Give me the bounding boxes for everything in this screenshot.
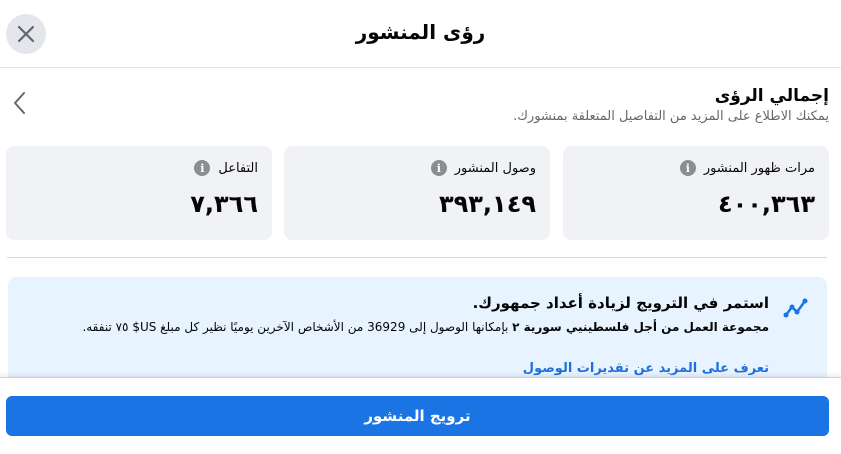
reach-estimates-link[interactable]: تعرف على المزيد عن تقديرات الوصول (523, 361, 769, 376)
page-name: مجموعة العمل من أجل فلسطينيي سورية ٢ (512, 320, 769, 334)
dialog-footer: ترويج المنشور (0, 377, 841, 454)
trend-chart-icon (783, 298, 808, 318)
metric-value: ٣٩٣,١٤٩ (438, 190, 536, 218)
metric-value: ٧,٣٦٦ (190, 190, 258, 218)
metric-label: التفاعل (218, 160, 258, 176)
promo-body: مجموعة العمل من أجل فلسطينيي سورية ٢ بإم… (49, 319, 769, 335)
metric-label: وصول المنشور (454, 160, 536, 176)
divider (7, 257, 827, 258)
metric-value: ٤٠٠,٣٦٣ (717, 190, 815, 218)
info-icon[interactable]: i (430, 160, 447, 176)
metric-card-reach: وصول المنشور i ٣٩٣,١٤٩ (284, 146, 550, 240)
boost-post-button[interactable]: ترويج المنشور (6, 396, 829, 436)
chevron-left-icon[interactable] (10, 90, 30, 116)
overview-subtitle: يمكنك الاطلاع على المزيد من التفاصيل الم… (513, 109, 829, 124)
metric-label: مرات ظهور المنشور (703, 160, 815, 176)
dialog-title: رؤى المنشور (355, 20, 486, 44)
info-icon[interactable]: i (679, 160, 696, 176)
metric-card-impressions: مرات ظهور المنشور i ٤٠٠,٣٦٣ (563, 146, 829, 240)
promo-title: استمر في الترويج لزيادة أعداد جمهورك. (472, 294, 769, 312)
metrics-row: مرات ظهور المنشور i ٤٠٠,٣٦٣ وصول المنشور… (6, 146, 829, 240)
overview-title: إجمالي الرؤى (714, 86, 829, 106)
metric-card-engagement: التفاعل i ٧,٣٦٦ (6, 146, 272, 240)
dialog-header: رؤى المنشور (0, 0, 841, 68)
promo-text: بإمكانها الوصول إلى 36929 من الأشخاص الآ… (82, 320, 513, 334)
overview-header: إجمالي الرؤى يمكنك الاطلاع على المزيد من… (69, 84, 829, 126)
info-icon[interactable]: i (194, 160, 211, 176)
